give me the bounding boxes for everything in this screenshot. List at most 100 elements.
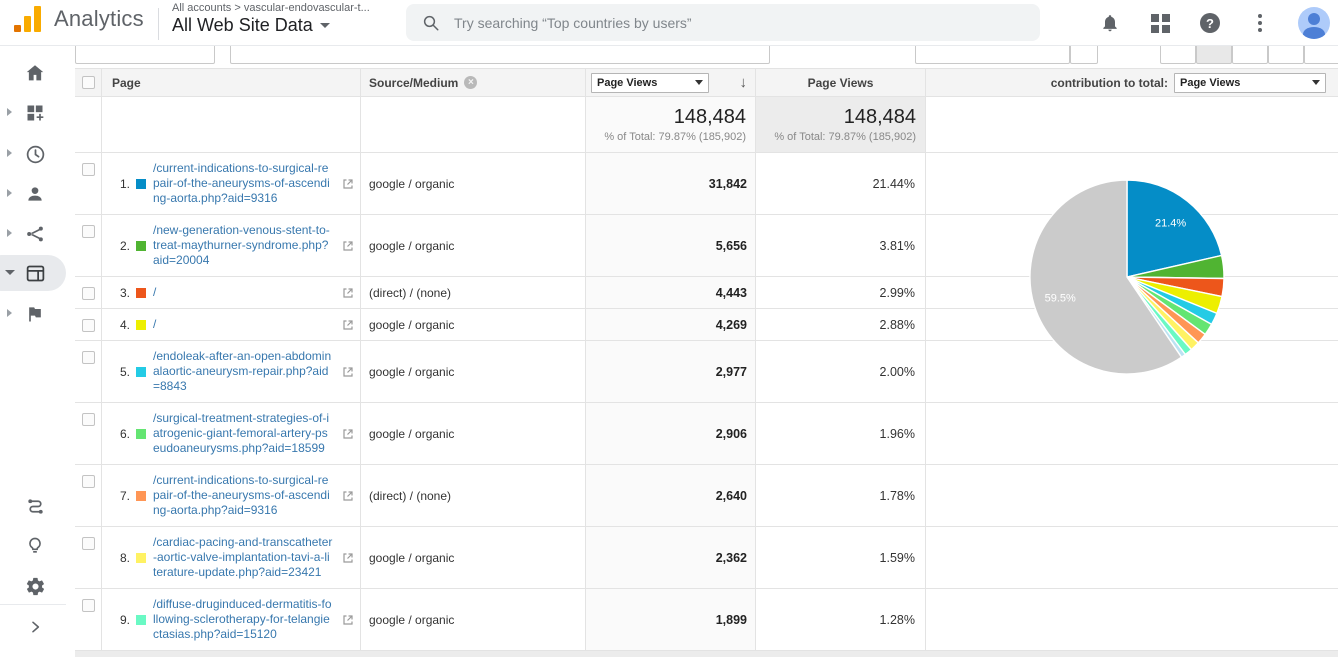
page-views-value: 2,977 [716, 365, 747, 379]
metric-select-dropdown[interactable]: Page Views [591, 73, 709, 93]
page-link[interactable]: /current-indications-to-surgical-repair-… [153, 161, 333, 206]
row-number: 5. [102, 365, 136, 379]
page-link[interactable]: /diffuse-druginduced-dermatitis-followin… [153, 597, 333, 642]
open-in-new-icon[interactable] [342, 240, 354, 252]
series-color-marker [136, 429, 146, 439]
expand-arrow-icon[interactable] [7, 309, 12, 317]
source-medium-value: (direct) / (none) [369, 286, 451, 300]
source-medium-value: google / organic [369, 239, 454, 253]
metric-select-value: Page Views [597, 77, 657, 89]
open-in-new-icon[interactable] [342, 552, 354, 564]
sidebar-item-discover[interactable] [0, 527, 70, 565]
row-checkbox[interactable] [82, 287, 95, 300]
page-link[interactable]: /cardiac-pacing-and-transcatheter-aortic… [153, 535, 333, 580]
table-row: 6. /surgical-treatment-strategies-of-iat… [75, 403, 1338, 465]
sidebar-item-conversions[interactable] [0, 295, 70, 333]
discover-lightbulb-icon [25, 536, 45, 556]
dimension-filter-box[interactable] [230, 46, 770, 64]
sidebar-item-realtime[interactable] [0, 135, 70, 173]
user-avatar[interactable] [1298, 7, 1330, 39]
open-in-new-icon[interactable] [342, 287, 354, 299]
column-header-page[interactable]: Page [112, 76, 141, 90]
analytics-logo-icon[interactable] [14, 6, 44, 32]
open-in-new-icon[interactable] [342, 319, 354, 331]
source-medium-value: (direct) / (none) [369, 489, 451, 503]
acquisition-share-icon [25, 224, 45, 244]
page-link[interactable]: / [153, 317, 156, 332]
open-in-new-icon[interactable] [342, 614, 354, 626]
sidebar-item-behavior[interactable] [0, 254, 70, 292]
collapse-arrow-icon[interactable] [5, 270, 15, 275]
row-checkbox[interactable] [82, 413, 95, 426]
page-views-value: 2,906 [716, 427, 747, 441]
expand-arrow-icon[interactable] [7, 229, 12, 237]
sidebar-item-attribution[interactable] [0, 487, 70, 525]
open-in-new-icon[interactable] [342, 428, 354, 440]
help-icon[interactable]: ? [1198, 11, 1222, 35]
customization-icon [25, 103, 45, 123]
secondary-dimension-button[interactable] [75, 46, 215, 64]
row-checkbox[interactable] [82, 537, 95, 550]
total-page-views: 148,484 [844, 106, 916, 129]
open-in-new-icon[interactable] [342, 490, 354, 502]
contribution-metric-dropdown[interactable]: Page Views [1174, 73, 1326, 93]
more-vertical-icon[interactable] [1248, 11, 1272, 35]
sidebar-item-customization[interactable] [0, 94, 70, 132]
column-header-source-medium[interactable]: Source/Medium [369, 76, 458, 90]
remove-secondary-dimension-icon[interactable]: × [464, 76, 477, 89]
series-color-marker [136, 179, 146, 189]
source-medium-value: google / organic [369, 177, 454, 191]
expand-arrow-icon[interactable] [7, 189, 12, 197]
property-selector[interactable]: All Web Site Data [172, 15, 370, 36]
view-table-button[interactable] [1160, 46, 1196, 64]
page-link[interactable]: /current-indications-to-surgical-repair-… [153, 473, 333, 518]
row-checkbox[interactable] [82, 319, 95, 332]
select-all-checkbox[interactable] [82, 76, 95, 89]
page-link[interactable]: / [153, 285, 156, 300]
sidebar-item-audience[interactable] [0, 175, 70, 213]
open-in-new-icon[interactable] [342, 366, 354, 378]
notifications-bell-icon[interactable] [1098, 11, 1122, 35]
page-views-value: 4,443 [716, 286, 747, 300]
open-in-new-icon[interactable] [342, 178, 354, 190]
source-medium-value: google / organic [369, 613, 454, 627]
column-header-page-views[interactable]: Page Views [808, 76, 874, 90]
source-medium-value: google / organic [369, 318, 454, 332]
page-link[interactable]: /endoleak-after-an-open-abdominalaortic-… [153, 349, 333, 394]
row-checkbox[interactable] [82, 225, 95, 238]
row-checkbox[interactable] [82, 475, 95, 488]
page-views-value: 4,269 [716, 318, 747, 332]
sidebar-item-admin[interactable] [0, 567, 70, 605]
behavior-window-icon [25, 263, 46, 284]
view-comparison-button[interactable] [1268, 46, 1304, 64]
chevron-down-icon [320, 23, 330, 28]
expand-arrow-icon[interactable] [7, 108, 12, 116]
row-checkbox[interactable] [82, 351, 95, 364]
chevron-down-icon [1312, 80, 1320, 85]
view-percentage-button[interactable] [1196, 46, 1232, 64]
table-row: 8. /cardiac-pacing-and-transcatheter-aor… [75, 527, 1338, 589]
apps-grid-icon[interactable] [1148, 11, 1172, 35]
row-checkbox[interactable] [82, 163, 95, 176]
row-checkbox[interactable] [82, 599, 95, 612]
page-link[interactable]: /new-generation-venous-stent-to-treat-ma… [153, 223, 333, 268]
table-row: 5. /endoleak-after-an-open-abdominalaort… [75, 341, 1338, 403]
sidebar-divider [0, 604, 66, 605]
sidebar-collapse-button[interactable] [0, 608, 70, 646]
page-views-percent: 21.44% [873, 177, 915, 191]
view-pivot-button[interactable] [1304, 46, 1338, 64]
table-search-input[interactable] [915, 46, 1070, 64]
sidebar-item-acquisition[interactable] [0, 215, 70, 253]
search-input[interactable] [454, 15, 954, 31]
sidebar-item-home[interactable] [0, 54, 70, 92]
source-medium-value: google / organic [369, 365, 454, 379]
sort-descending-icon[interactable]: ↓ [740, 74, 748, 91]
row-number: 9. [102, 613, 136, 627]
global-search[interactable] [406, 4, 1040, 41]
expand-arrow-icon[interactable] [7, 149, 12, 157]
source-medium-value: google / organic [369, 427, 454, 441]
breadcrumb[interactable]: All accounts > vascular-endovascular-t..… [172, 2, 370, 14]
page-link[interactable]: /surgical-treatment-strategies-of-iatrog… [153, 411, 333, 456]
view-performance-button[interactable] [1232, 46, 1268, 64]
table-search-button[interactable] [1070, 46, 1098, 64]
